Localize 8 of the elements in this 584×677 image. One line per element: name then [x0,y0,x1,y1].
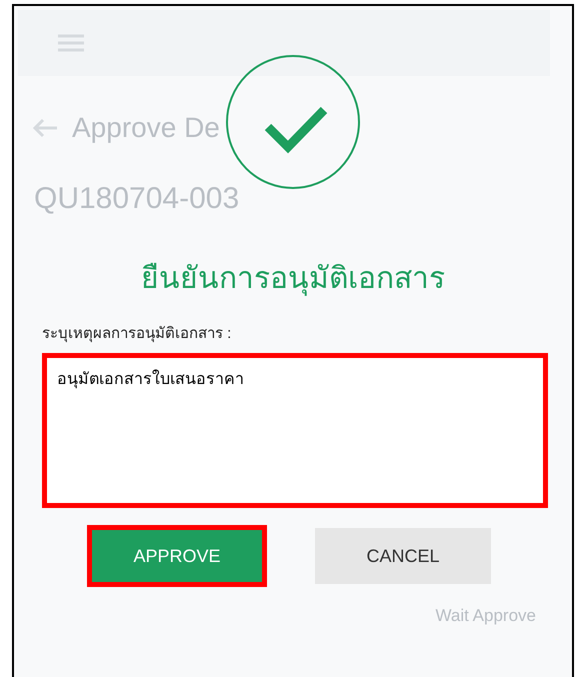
reason-field[interactable]: อนุมัตเอกสารใบเสนอราคา [42,353,548,508]
status-value: Wait Approve [436,606,536,626]
field-label: ระบุเหตุผลการอนุมัติเอกสาร : [42,324,232,344]
back-arrow-icon[interactable] [32,118,58,138]
cancel-button[interactable]: CANCEL [315,528,491,584]
menu-icon[interactable] [58,34,84,52]
dialog-title: ยืนยันการอนุมัติเอกสาร [141,261,445,298]
document-number: QU180704-003 [33,181,240,216]
